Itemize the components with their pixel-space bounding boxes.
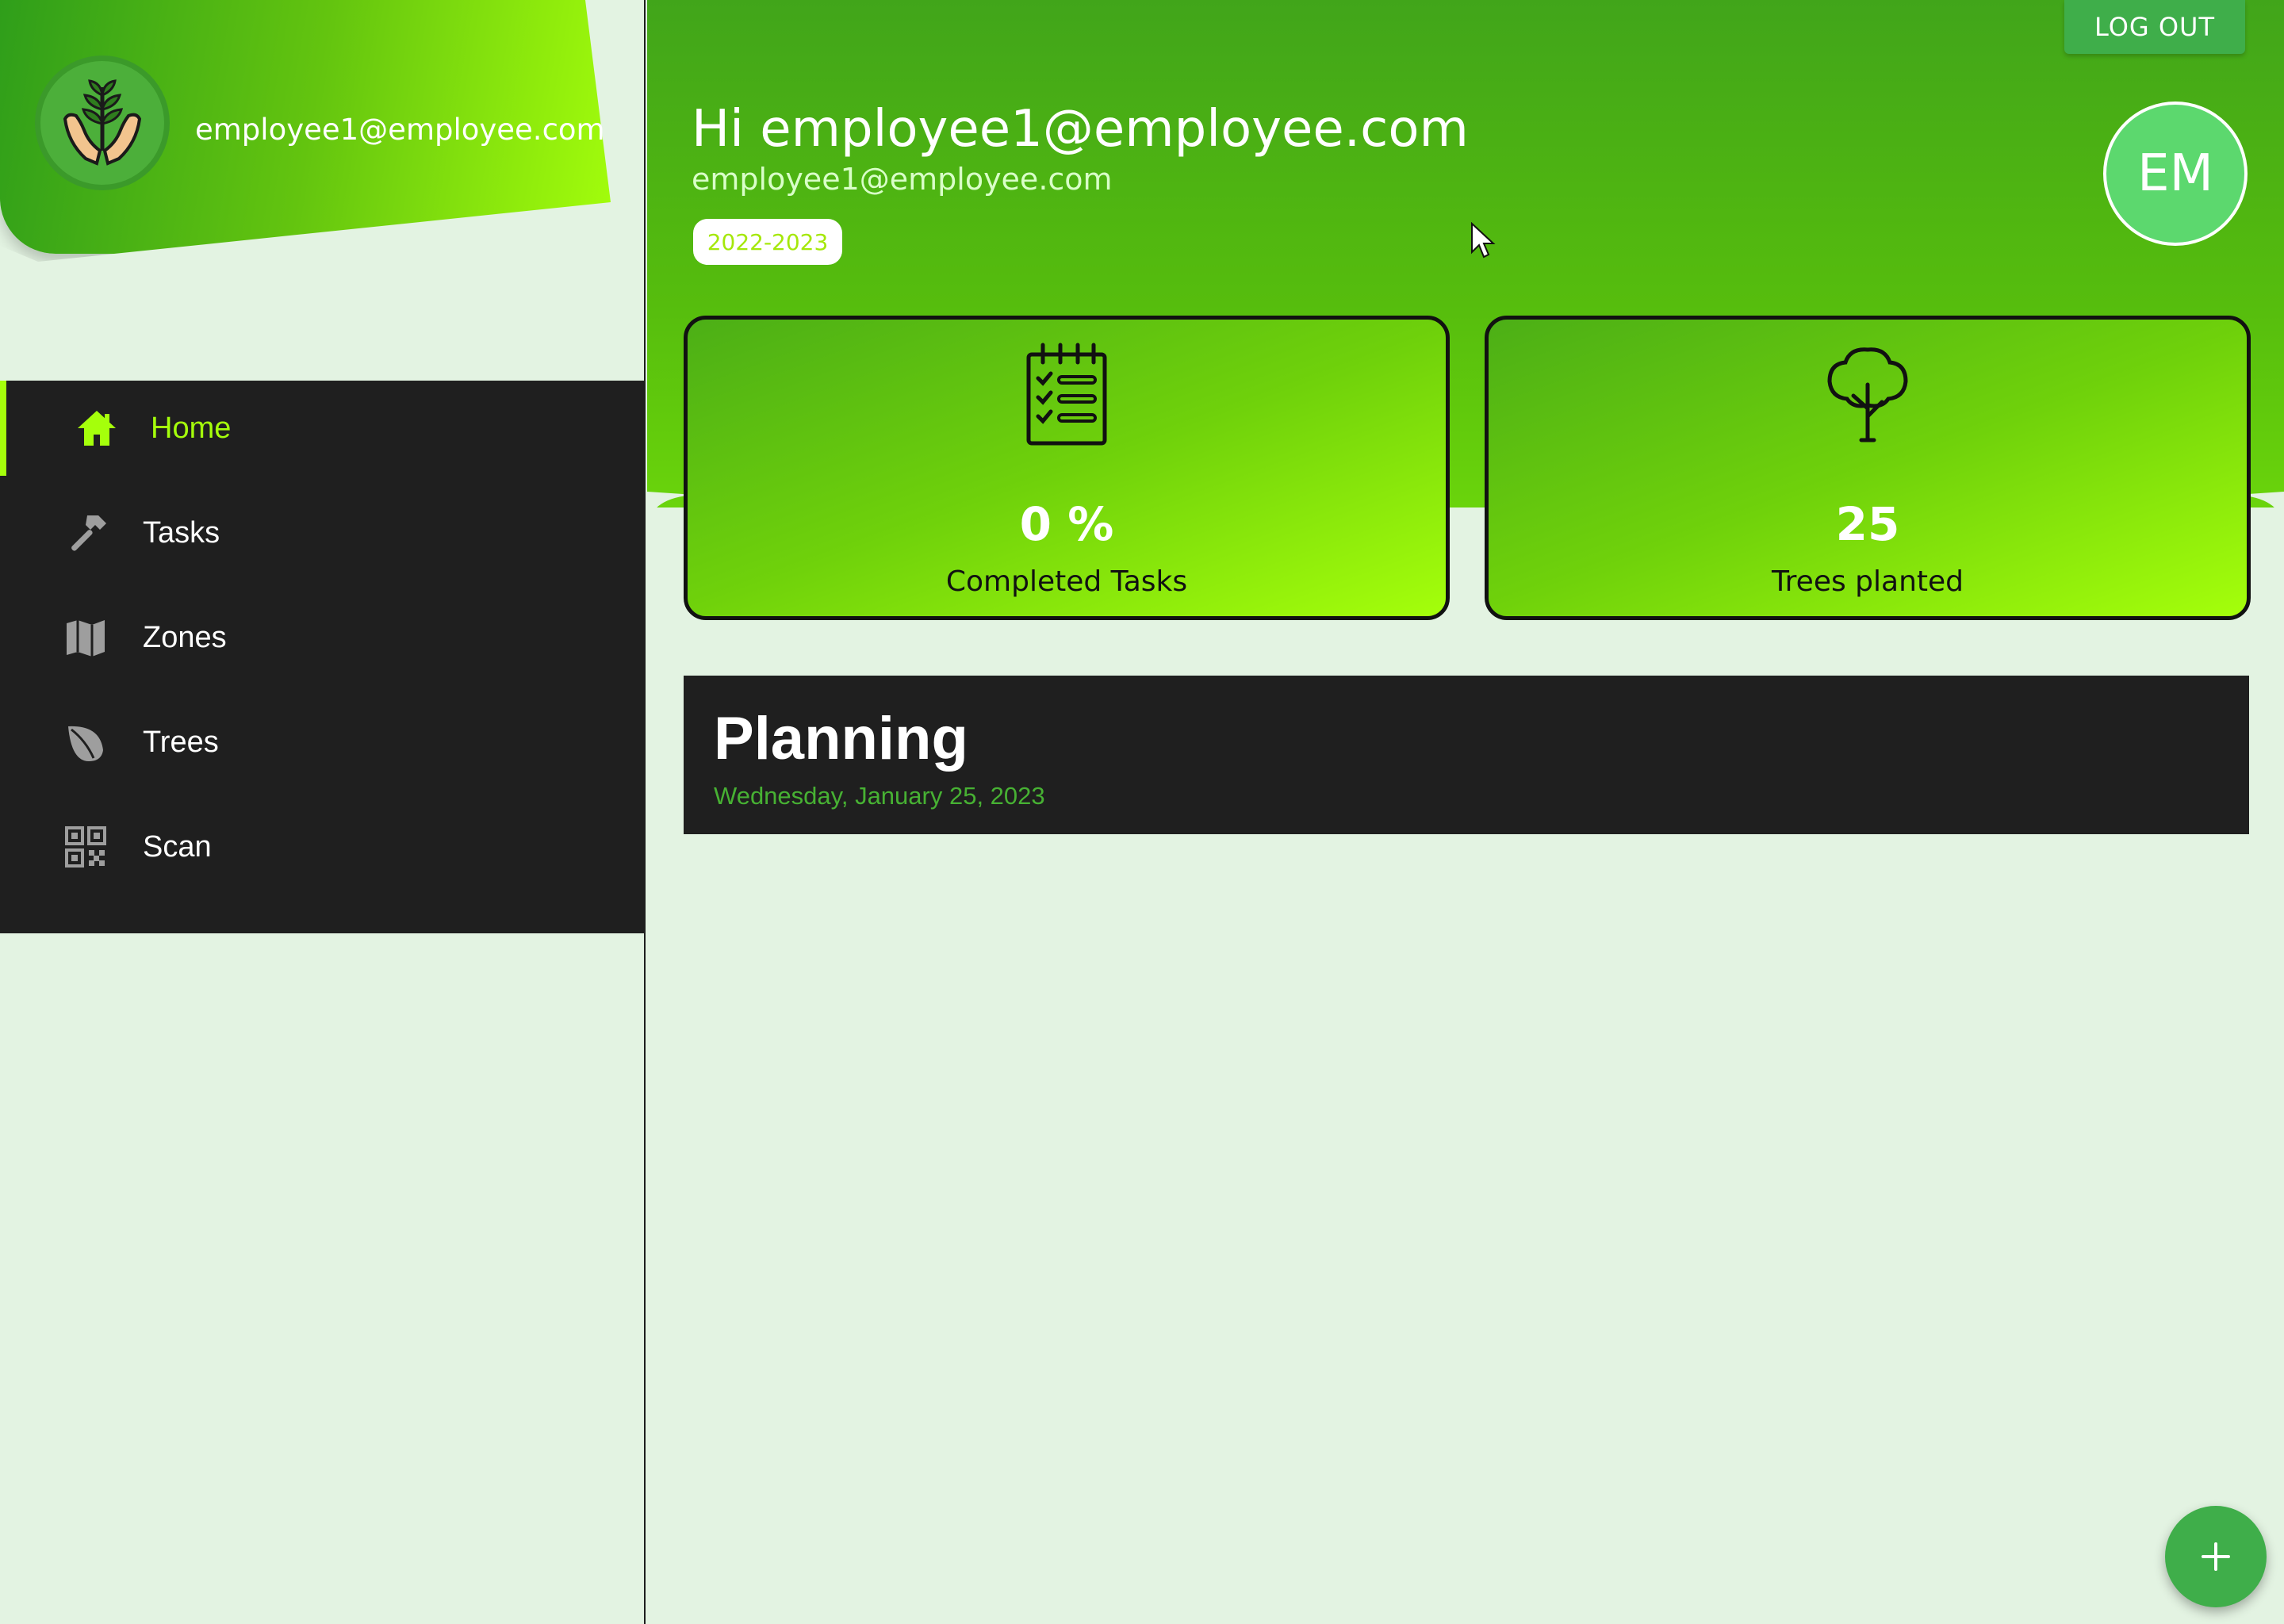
user-email: employee1@employee.com [692,162,1113,197]
clipboard-checklist-icon [1011,337,1122,448]
sidebar-item-zones[interactable]: Zones [0,590,645,685]
sidebar-item-label: Zones [143,620,227,654]
year-chip[interactable]: 2022-2023 [693,219,842,265]
sidebar-item-tasks[interactable]: Tasks [0,485,645,580]
sidebar-item-scan[interactable]: Scan [0,799,645,894]
sidebar-item-label: Tasks [143,515,220,550]
sidebar-item-label: Trees [143,725,219,759]
mouse-cursor-icon [1471,222,1496,259]
greeting-title: Hi employee1@employee.com [692,100,1469,159]
hands-plant-icon [35,56,170,190]
main-content: LOG OUT Hi employee1@employee.com employ… [647,0,2284,1624]
stat-label: Trees planted [1771,565,1964,598]
home-icon [75,406,119,450]
qr-code-icon [63,825,108,869]
logout-button[interactable]: LOG OUT [2064,0,2245,54]
stat-value: 25 [1835,497,1900,551]
sidebar-item-label: Scan [143,829,212,864]
sidebar-item-trees[interactable]: Trees [0,695,645,790]
sidebar-nav: Home Tasks Zones Trees Scan [0,381,645,933]
plus-icon [2202,1542,2230,1571]
stat-card-trees-planted: 25 Trees planted [1485,316,2251,620]
planning-title: Planning [714,705,968,772]
tree-icon [1812,337,1923,448]
sidebar: employee1@employee.com Home Tasks Zones … [0,0,646,1624]
planning-panel: Planning Wednesday, January 25, 2023 [684,676,2249,834]
leaf-icon [63,720,108,764]
stat-value: 0 % [1019,497,1114,551]
profile-email: employee1@employee.com [195,113,605,147]
planning-date: Wednesday, January 25, 2023 [714,782,1045,810]
stat-label: Completed Tasks [945,565,1188,598]
sidebar-item-home[interactable]: Home [0,381,645,476]
hammer-icon [63,511,108,555]
map-icon [63,615,108,660]
stat-card-completed-tasks: 0 % Completed Tasks [684,316,1450,620]
sidebar-item-label: Home [151,411,232,445]
avatar[interactable]: EM [2103,102,2248,246]
add-button[interactable] [2165,1506,2267,1607]
